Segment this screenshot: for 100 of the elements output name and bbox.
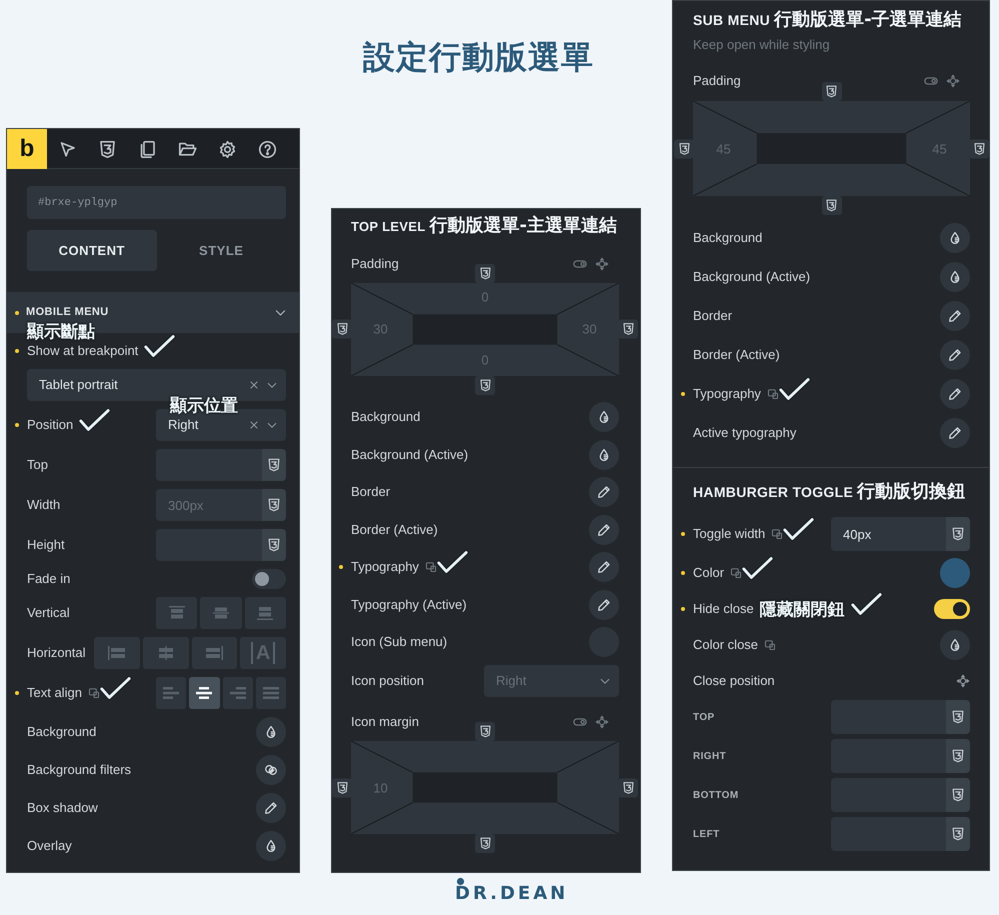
logo-button[interactable]: b (7, 129, 47, 169)
color-swatch[interactable] (940, 558, 970, 588)
css-button[interactable] (475, 376, 495, 394)
edit-button[interactable] (589, 552, 619, 582)
selector-field[interactable]: #brxe-yplgyp (27, 186, 286, 219)
annotation-text: 隱藏關閉鈕 (760, 598, 845, 620)
css3-icon (825, 85, 838, 98)
field-label: Active typography (693, 424, 796, 442)
edit-button[interactable] (589, 477, 619, 507)
section-title: HAMBURGER TOGGLE (693, 483, 854, 502)
field-label: Horizontal (27, 644, 86, 662)
css3-icon (336, 322, 348, 336)
css-button[interactable] (475, 834, 495, 853)
input-field[interactable] (156, 449, 262, 481)
color-picker-button[interactable] (940, 223, 970, 253)
droplet-icon (948, 270, 962, 284)
droplet-icon (948, 638, 962, 652)
droplet-icon (948, 231, 962, 245)
pencil-icon (948, 387, 962, 401)
align-option-button[interactable] (189, 677, 220, 709)
css3-icon (951, 788, 965, 802)
css-button[interactable] (618, 320, 638, 338)
field-label: Color close (693, 636, 758, 654)
input-field[interactable] (156, 529, 262, 561)
help-icon (258, 140, 276, 158)
annotation-text: 行動版選單-子選單連結 (774, 8, 962, 32)
css3-icon (267, 498, 281, 512)
annotation-text: 行動版切換鈕 (857, 480, 966, 504)
edit-button[interactable] (940, 301, 970, 331)
page-title: 設定行動版選單 (363, 37, 594, 78)
css-button[interactable] (262, 449, 286, 481)
droplet-icon (597, 448, 611, 462)
droplet-icon (597, 410, 611, 424)
pencil-icon (948, 348, 962, 362)
edit-button[interactable] (589, 590, 619, 620)
css-button[interactable] (946, 817, 970, 851)
field-label: Border (693, 307, 732, 326)
crosshair-icon (595, 715, 609, 729)
css3-icon (951, 827, 965, 841)
css-button[interactable] (946, 517, 970, 551)
color-picker-button[interactable] (940, 630, 970, 660)
pages-icon (138, 140, 156, 158)
field-label: Width (27, 496, 60, 514)
field-label: Height (27, 536, 65, 554)
css3-icon (951, 710, 965, 724)
css-button[interactable] (946, 778, 970, 812)
toggle-switch[interactable] (934, 599, 970, 619)
css-button[interactable] (946, 700, 970, 734)
input-field[interactable] (831, 778, 946, 812)
color-picker-button[interactable] (256, 717, 286, 747)
input-field[interactable] (831, 700, 946, 734)
field-label: RIGHT (693, 750, 726, 764)
field-label: Position (27, 416, 74, 434)
field-label: Background (693, 229, 762, 248)
css-button[interactable] (618, 778, 638, 797)
field-label: Border (Active) (351, 520, 438, 539)
input-field[interactable]: 40px (831, 517, 946, 551)
css-button[interactable] (262, 489, 286, 521)
edit-button[interactable] (589, 514, 619, 544)
css-button[interactable] (475, 722, 495, 741)
field-label: Color (693, 564, 724, 582)
pencil-icon (597, 598, 611, 612)
crosshair-icon (956, 674, 970, 688)
logo-mark-icon (456, 877, 465, 886)
css-button[interactable] (822, 196, 842, 215)
color-picker-button[interactable] (589, 402, 619, 432)
css-button[interactable] (332, 778, 352, 797)
css3-icon (478, 725, 492, 738)
css-button[interactable] (946, 739, 970, 773)
css-button[interactable] (475, 264, 495, 282)
filter-button[interactable] (256, 755, 286, 785)
field-label: Overlay (27, 837, 72, 856)
field-label: Show at breakpoint (27, 342, 138, 360)
color-picker-button[interactable] (589, 440, 619, 470)
css-button[interactable] (822, 82, 842, 101)
field-label: Background (27, 723, 96, 742)
edit-button[interactable] (940, 340, 970, 370)
toggle-switch[interactable] (252, 569, 286, 589)
field-label: Padding (351, 254, 399, 273)
css-button[interactable] (332, 320, 352, 338)
css3-icon (622, 781, 634, 794)
tab[interactable]: CONTENT (27, 230, 156, 271)
edit-button[interactable] (256, 793, 286, 823)
css3-icon (336, 781, 348, 794)
css-button[interactable] (674, 139, 694, 158)
color-picker-button[interactable] (256, 831, 286, 861)
edit-button[interactable] (940, 418, 970, 448)
crosshair-icon (946, 74, 960, 88)
input-field[interactable] (831, 817, 946, 851)
field-label: Background (Active) (351, 446, 468, 464)
input-field[interactable] (831, 739, 946, 773)
css-button[interactable] (262, 529, 286, 561)
field-label: Vertical (27, 604, 70, 622)
edit-button[interactable] (940, 379, 970, 409)
field-label: Toggle width (693, 525, 766, 544)
input-field[interactable]: 300px (156, 489, 262, 521)
tab[interactable]: STYLE (156, 230, 286, 271)
css-button[interactable] (969, 139, 989, 158)
color-picker-button[interactable] (940, 262, 970, 292)
field-label: Background filters (27, 761, 132, 780)
